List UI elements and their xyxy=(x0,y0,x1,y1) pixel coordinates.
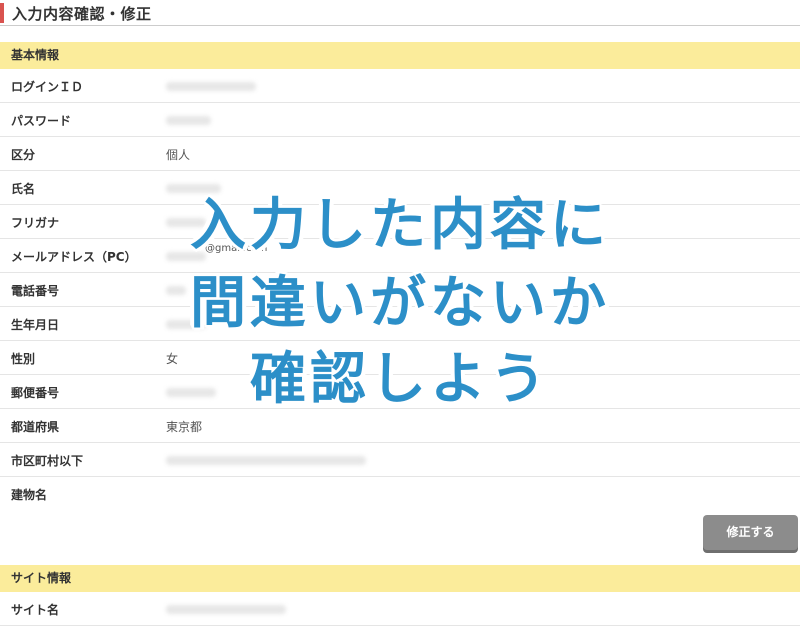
row-label: 区分 xyxy=(11,148,36,162)
page-header: 入力内容確認・修正 xyxy=(0,0,800,26)
section-site-info-header: サイト情報 xyxy=(0,565,800,592)
row-label: 市区町村以下 xyxy=(11,454,84,468)
overlay-line-3: 確認しよう xyxy=(250,347,550,412)
row-site-name: サイト名 xyxy=(0,592,800,626)
row-category: 区分 個人 xyxy=(0,137,800,171)
row-label: ログインＩＤ xyxy=(11,80,84,94)
row-value: 東京都 xyxy=(166,420,203,434)
row-value: 個人 xyxy=(166,148,191,162)
overlay-line-2: 間違いがないか xyxy=(190,271,610,336)
row-label: 都道府県 xyxy=(11,420,60,434)
overlay-line-1: 入力した内容に xyxy=(190,193,610,258)
masked-value xyxy=(166,116,211,125)
row-label: サイト名 xyxy=(11,603,60,617)
row-building: 建物名 xyxy=(0,477,800,511)
masked-value xyxy=(166,82,256,91)
row-label: パスワード xyxy=(11,114,72,128)
row-login-id: ログインＩＤ xyxy=(0,69,800,103)
section-basic-info-header: 基本情報 xyxy=(0,42,800,69)
row-label: 建物名 xyxy=(11,488,48,502)
confirm-page: 入力内容確認・修正 基本情報 ログインＩＤ パスワード 区分 個人 氏名 フリガ… xyxy=(0,0,800,633)
row-password: パスワード xyxy=(0,103,800,137)
row-city-address: 市区町村以下 xyxy=(0,443,800,477)
masked-value xyxy=(166,605,286,614)
page-title: 入力内容確認・修正 xyxy=(12,5,152,23)
header-accent-bar xyxy=(0,3,4,23)
edit-button[interactable]: 修正する xyxy=(703,515,798,550)
masked-value xyxy=(166,456,366,465)
